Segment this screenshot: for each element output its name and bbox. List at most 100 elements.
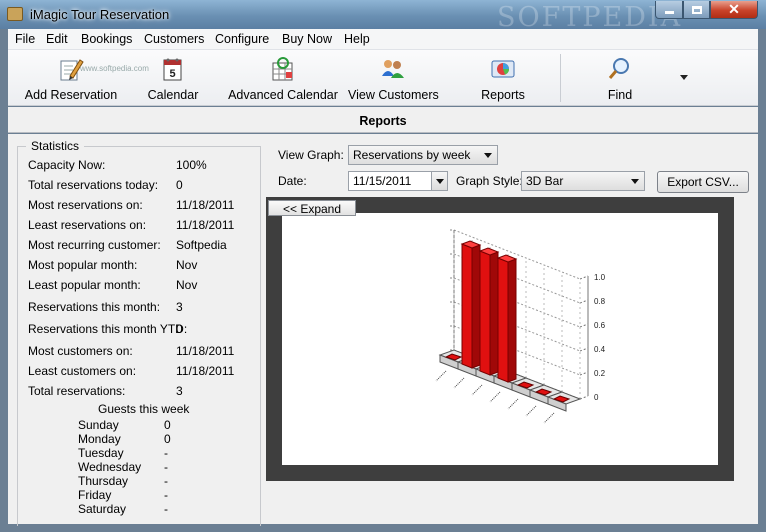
x-tick-mark xyxy=(489,391,501,403)
reports-icon xyxy=(491,60,515,78)
date-picker[interactable]: 11/15/2011 xyxy=(348,171,448,191)
x-tick-mark xyxy=(435,370,447,382)
guest-day: Friday xyxy=(78,488,112,502)
graph-style-select[interactable]: 3D Bar xyxy=(521,171,645,191)
reservations-chart: 0 0.2 0.4 0.6 0.8 1.0 xyxy=(435,229,606,424)
y-tick-label: 1.0 xyxy=(594,273,606,282)
title-bar: iMagic Tour Reservation SOFTPEDIA ✕ xyxy=(0,0,766,33)
advanced-calendar-label: Advanced Calendar xyxy=(228,88,338,102)
find-icon xyxy=(608,58,629,79)
stat-label: Reservations this month: xyxy=(28,300,161,314)
minimize-button[interactable] xyxy=(655,1,683,19)
guest-day: Monday xyxy=(78,432,121,446)
view-graph-select[interactable]: Reservations by week xyxy=(348,145,498,165)
stat-label: Most recurring customer: xyxy=(28,238,161,252)
stat-value: 0 xyxy=(176,178,183,192)
stat-label: Total reservations today: xyxy=(28,178,159,192)
chevron-down-icon xyxy=(484,153,492,158)
stat-label: Most popular month: xyxy=(28,258,138,272)
calendar-day: 5 xyxy=(169,68,175,80)
toolbar-overflow-button[interactable] xyxy=(680,75,688,80)
y-tick-label: 0.8 xyxy=(594,297,606,306)
find-label: Find xyxy=(607,88,633,102)
bar-side xyxy=(489,251,499,376)
bar xyxy=(461,243,473,369)
window-title: iMagic Tour Reservation xyxy=(30,7,170,22)
add-reservation-label: Add Reservation xyxy=(24,88,118,102)
guest-day: Tuesday xyxy=(78,446,124,460)
guest-count: - xyxy=(164,502,168,516)
minimize-icon xyxy=(664,11,674,14)
view-graph-value: Reservations by week xyxy=(353,148,471,162)
stat-value: 11/18/2011 xyxy=(176,364,235,378)
bar-side xyxy=(471,244,481,369)
reports-button[interactable]: Reports xyxy=(468,50,538,106)
guest-count: 0 xyxy=(164,432,171,446)
view-customers-icon xyxy=(382,60,404,78)
advanced-calendar-button[interactable]: Advanced Calendar xyxy=(228,50,338,106)
stat-label: Total reservations: xyxy=(28,384,126,398)
close-icon: ✕ xyxy=(728,1,740,17)
date-label: Date: xyxy=(278,174,307,188)
bar xyxy=(497,257,509,383)
maximize-button[interactable] xyxy=(683,1,710,19)
menu-file[interactable]: File xyxy=(15,32,35,46)
stat-value: Nov xyxy=(176,258,198,272)
stat-value: Softpedia xyxy=(176,238,227,252)
stat-label: Reservations this month YTD: xyxy=(28,322,188,336)
menu-configure[interactable]: Configure xyxy=(215,32,269,46)
guest-count: - xyxy=(164,460,168,474)
bar xyxy=(479,250,491,376)
menu-help[interactable]: Help xyxy=(344,32,370,46)
chevron-down-icon xyxy=(436,179,444,184)
calendar-icon: 5 xyxy=(163,58,182,81)
guest-day: Sunday xyxy=(78,418,119,432)
date-value: 11/15/2011 xyxy=(353,174,412,188)
stat-value: 11/18/2011 xyxy=(176,218,235,232)
x-tick-mark xyxy=(471,384,483,396)
calendar-label: Calendar xyxy=(147,88,199,102)
find-button[interactable]: Find xyxy=(592,50,648,106)
toolbar: Add Reservation 5 Calendar Advanced Cale… xyxy=(8,50,758,106)
stat-value: 0 xyxy=(176,322,183,336)
view-customers-button[interactable]: View Customers xyxy=(348,50,439,106)
y-tick-label: 0.6 xyxy=(594,321,606,330)
y-tick-label: 0.2 xyxy=(594,369,606,378)
stat-value: 11/18/2011 xyxy=(176,344,235,358)
toolbar-separator xyxy=(560,54,561,102)
add-reservation-button[interactable]: Add Reservation xyxy=(16,50,126,106)
stat-value: 11/18/2011 xyxy=(176,198,235,212)
reports-label: Reports xyxy=(481,88,525,102)
x-tick-mark xyxy=(543,412,555,424)
calendar-button[interactable]: 5 Calendar xyxy=(138,50,208,106)
statistics-legend: Statistics xyxy=(26,139,85,153)
menu-customers[interactable]: Customers xyxy=(144,32,204,46)
export-csv-button[interactable]: Export CSV... xyxy=(657,171,749,193)
stat-label: Capacity Now: xyxy=(28,158,106,172)
y-tick-label: 0.4 xyxy=(594,345,606,354)
date-dropdown-button[interactable] xyxy=(431,172,447,190)
guest-count: - xyxy=(164,446,168,460)
graph-style-label: Graph Style: xyxy=(456,174,523,188)
maximize-icon xyxy=(691,5,702,14)
view-customers-label: View Customers xyxy=(348,88,439,102)
section-title: Reports xyxy=(8,107,758,133)
menu-buy-now[interactable]: Buy Now xyxy=(282,32,332,46)
advanced-calendar-icon xyxy=(272,57,293,81)
stat-value: 3 xyxy=(176,300,183,314)
stat-label: Least reservations on: xyxy=(28,218,147,232)
close-button[interactable]: ✕ xyxy=(710,1,758,19)
menu-bookings[interactable]: Bookings xyxy=(81,32,132,46)
menu-edit[interactable]: Edit xyxy=(46,32,68,46)
x-tick-mark xyxy=(453,377,465,389)
guest-day: Saturday xyxy=(78,502,127,516)
stat-value: 3 xyxy=(176,384,183,398)
chevron-down-icon xyxy=(631,179,639,184)
y-tick-label: 0 xyxy=(594,393,599,402)
stat-label: Least customers on: xyxy=(28,364,137,378)
stat-value: Nov xyxy=(176,278,198,292)
x-tick-mark xyxy=(525,405,537,417)
bar-side xyxy=(507,258,517,383)
chart-bars xyxy=(444,240,571,403)
stat-label: Most customers on: xyxy=(28,344,133,358)
